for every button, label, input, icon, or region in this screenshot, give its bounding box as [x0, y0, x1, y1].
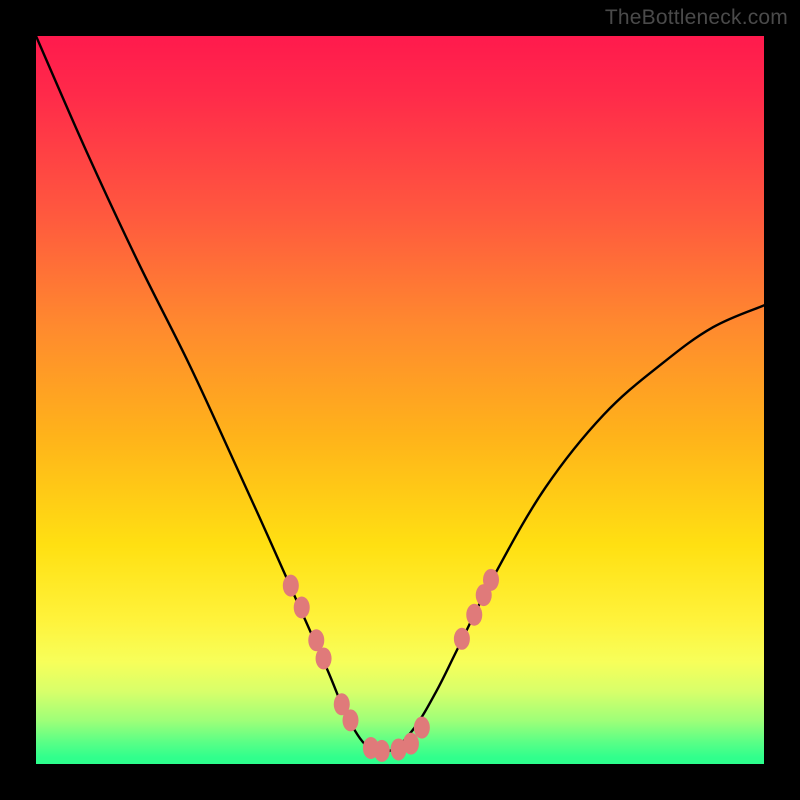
- bottleneck-curve: [36, 36, 764, 753]
- marker-dot: [308, 629, 324, 651]
- marker-dot: [363, 737, 379, 759]
- marker-dot: [483, 569, 499, 591]
- marker-dot: [403, 733, 419, 755]
- marker-dot: [374, 740, 390, 762]
- marker-dot: [294, 596, 310, 618]
- highlight-markers: [283, 569, 499, 762]
- marker-dot: [466, 604, 482, 626]
- marker-dot: [343, 709, 359, 731]
- watermark-text: TheBottleneck.com: [605, 6, 788, 30]
- chart-svg: [36, 36, 764, 764]
- plot-area: [36, 36, 764, 764]
- marker-dot: [334, 693, 350, 715]
- marker-dot: [391, 738, 407, 760]
- marker-dot: [283, 575, 299, 597]
- marker-dot: [476, 584, 492, 606]
- marker-dot: [454, 628, 470, 650]
- chart-frame: TheBottleneck.com: [0, 0, 800, 800]
- marker-dot: [316, 647, 332, 669]
- marker-dot: [414, 717, 430, 739]
